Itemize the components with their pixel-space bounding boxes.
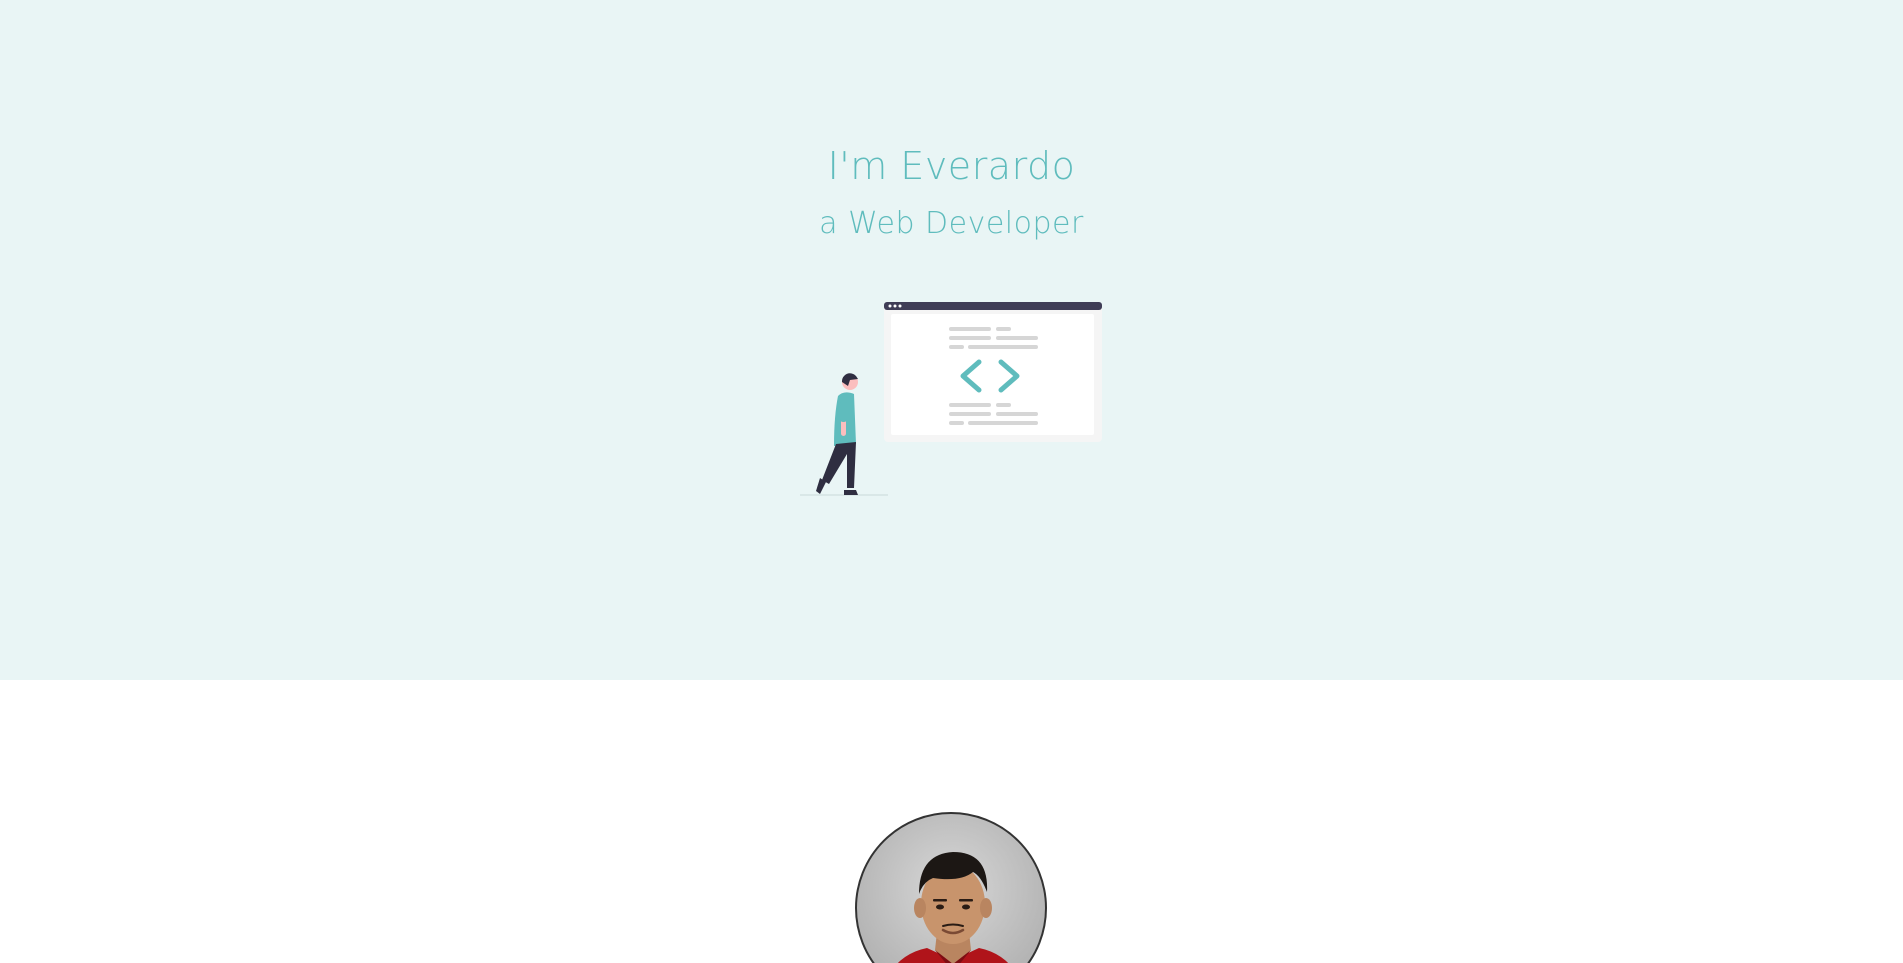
hero-section: I'm Everardo a Web Developer [0,0,1903,680]
code-window-icon [884,302,1102,442]
about-section [0,680,1903,963]
hero-subtitle: a Web Developer [819,206,1084,241]
hero-title: I'm Everardo [827,144,1076,188]
profile-photo-icon [897,852,1009,963]
walking-person-icon [800,373,888,496]
avatar [855,812,1047,963]
developer-illustration [800,302,1102,496]
